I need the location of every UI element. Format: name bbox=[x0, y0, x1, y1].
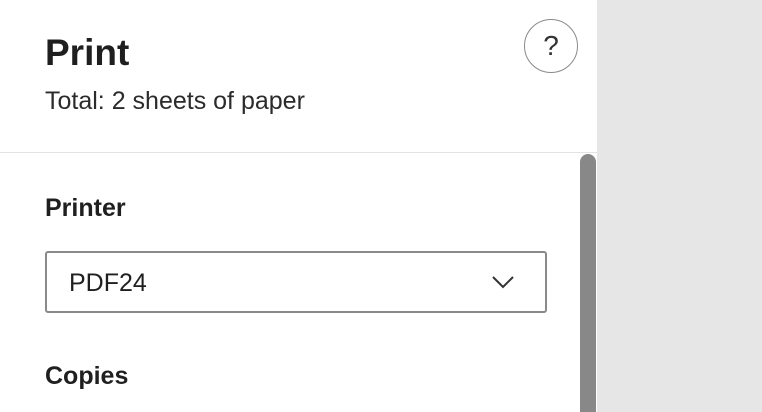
scrollbar-thumb[interactable] bbox=[580, 154, 596, 412]
print-settings-panel: Print Total: 2 sheets of paper ? Printer… bbox=[0, 0, 597, 412]
print-preview-area bbox=[597, 0, 762, 412]
printer-label: Printer bbox=[45, 194, 126, 222]
print-header: Print Total: 2 sheets of paper ? bbox=[0, 0, 597, 153]
printer-select[interactable]: PDF24 bbox=[45, 251, 547, 313]
page-title: Print bbox=[45, 32, 130, 73]
help-button[interactable]: ? bbox=[524, 19, 578, 73]
total-sheets-text: Total: 2 sheets of paper bbox=[45, 87, 305, 115]
copies-label: Copies bbox=[45, 362, 129, 390]
chevron-down-icon bbox=[492, 276, 514, 289]
printer-select-value: PDF24 bbox=[69, 269, 147, 297]
help-icon: ? bbox=[543, 30, 559, 61]
